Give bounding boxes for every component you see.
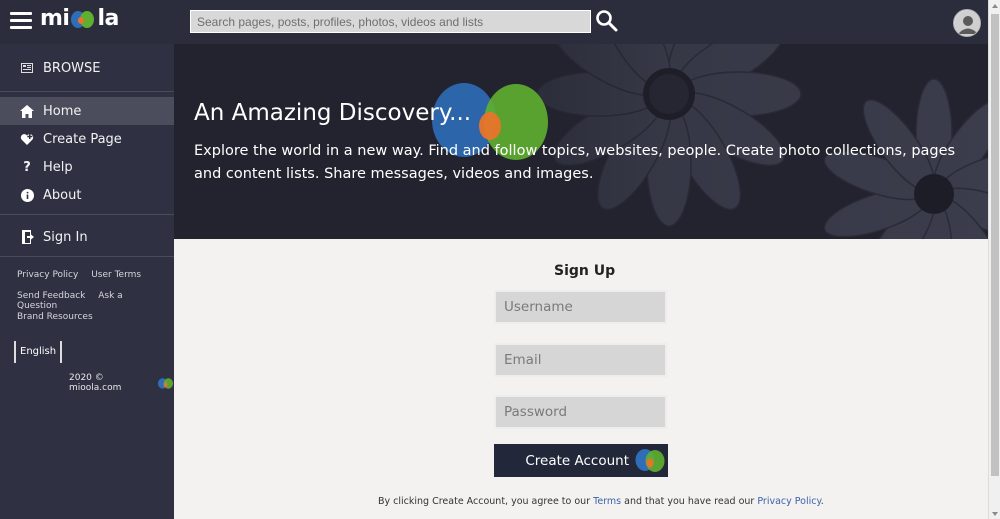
create-account-button[interactable]: Create Account	[494, 444, 668, 477]
top-bar: mi la	[0, 0, 988, 44]
username-field[interactable]	[494, 290, 667, 324]
sidebar-browse-label: BROWSE	[43, 60, 101, 76]
home-icon	[20, 104, 34, 118]
password-field[interactable]	[494, 395, 667, 429]
privacy-policy-link[interactable]: Privacy Policy	[17, 270, 78, 280]
brand-resources-link[interactable]: Brand Resources	[17, 312, 93, 322]
copyright-text: 2020 © mioola.com	[69, 373, 122, 393]
create-account-label: Create Account	[525, 452, 629, 469]
browse-icon	[20, 61, 34, 75]
sidebar-item-label: About	[43, 187, 82, 203]
send-feedback-link[interactable]: Send Feedback	[17, 291, 85, 301]
sidebar-item-home[interactable]: Home	[0, 97, 174, 125]
scroll-down-icon[interactable]	[992, 512, 998, 516]
question-icon: ?	[23, 159, 31, 175]
logo[interactable]: mi la	[40, 6, 119, 31]
search-icon[interactable]	[595, 9, 619, 33]
sidebar: BROWSE Home Create Page ? Help About Sig…	[0, 44, 174, 519]
divider	[0, 91, 174, 92]
sidebar-item-label: Help	[43, 159, 73, 175]
user-avatar-icon[interactable]	[953, 9, 981, 37]
vertical-scrollbar[interactable]	[988, 0, 1000, 519]
sidebar-item-help[interactable]: ? Help	[0, 153, 174, 181]
sidebar-signin-label: Sign In	[43, 229, 88, 245]
menu-icon[interactable]	[10, 12, 32, 30]
language-selector[interactable]: English	[14, 341, 63, 363]
hero-description: Explore the world in a new way. Find and…	[194, 143, 956, 182]
heart-add-icon	[20, 132, 34, 146]
divider	[0, 256, 174, 257]
signin-icon	[20, 230, 34, 244]
sidebar-item-label: Home	[43, 103, 82, 119]
footer-links-row-2: Send Feedback Ask a Question	[17, 291, 174, 311]
sidebar-item-signin[interactable]: Sign In	[0, 223, 174, 251]
sidebar-item-label: Create Page	[43, 131, 122, 147]
signup-title: Sign Up	[554, 263, 616, 279]
copyright: 2020 © mioola.com	[69, 373, 174, 393]
sidebar-item-create-page[interactable]: Create Page	[0, 125, 174, 153]
divider	[0, 214, 174, 215]
footer-links-row-1: Privacy Policy User Terms	[17, 270, 151, 280]
terms-agreement: By clicking Create Account, you agree to…	[378, 496, 824, 507]
logo-mark-icon	[635, 448, 665, 472]
info-icon	[20, 188, 34, 202]
logo-mark-icon	[70, 9, 96, 29]
terms-link[interactable]: Terms	[593, 496, 621, 507]
agree-suffix: .	[820, 496, 824, 507]
email-field[interactable]	[494, 343, 667, 377]
sidebar-browse[interactable]: BROWSE	[0, 54, 174, 82]
agree-middle: and that you have read our	[624, 496, 755, 507]
sidebar-item-about[interactable]: About	[0, 181, 174, 209]
hero-banner: An Amazing Discovery... Explore the worl…	[174, 44, 988, 239]
logo-text-start: mi	[40, 6, 70, 31]
footer-links-row-3: Brand Resources	[17, 312, 103, 322]
agree-prefix: By clicking Create Account, you agree to…	[378, 496, 591, 507]
privacy-policy-link[interactable]: Privacy Policy	[757, 496, 820, 507]
scroll-up-icon[interactable]	[992, 4, 998, 8]
logo-text-end: la	[97, 6, 119, 31]
user-terms-link[interactable]: User Terms	[91, 270, 141, 280]
scroll-thumb[interactable]	[991, 14, 999, 476]
search-input[interactable]	[190, 10, 591, 33]
logo-mark-icon	[157, 377, 174, 389]
hero-title: An Amazing Discovery...	[194, 100, 472, 126]
